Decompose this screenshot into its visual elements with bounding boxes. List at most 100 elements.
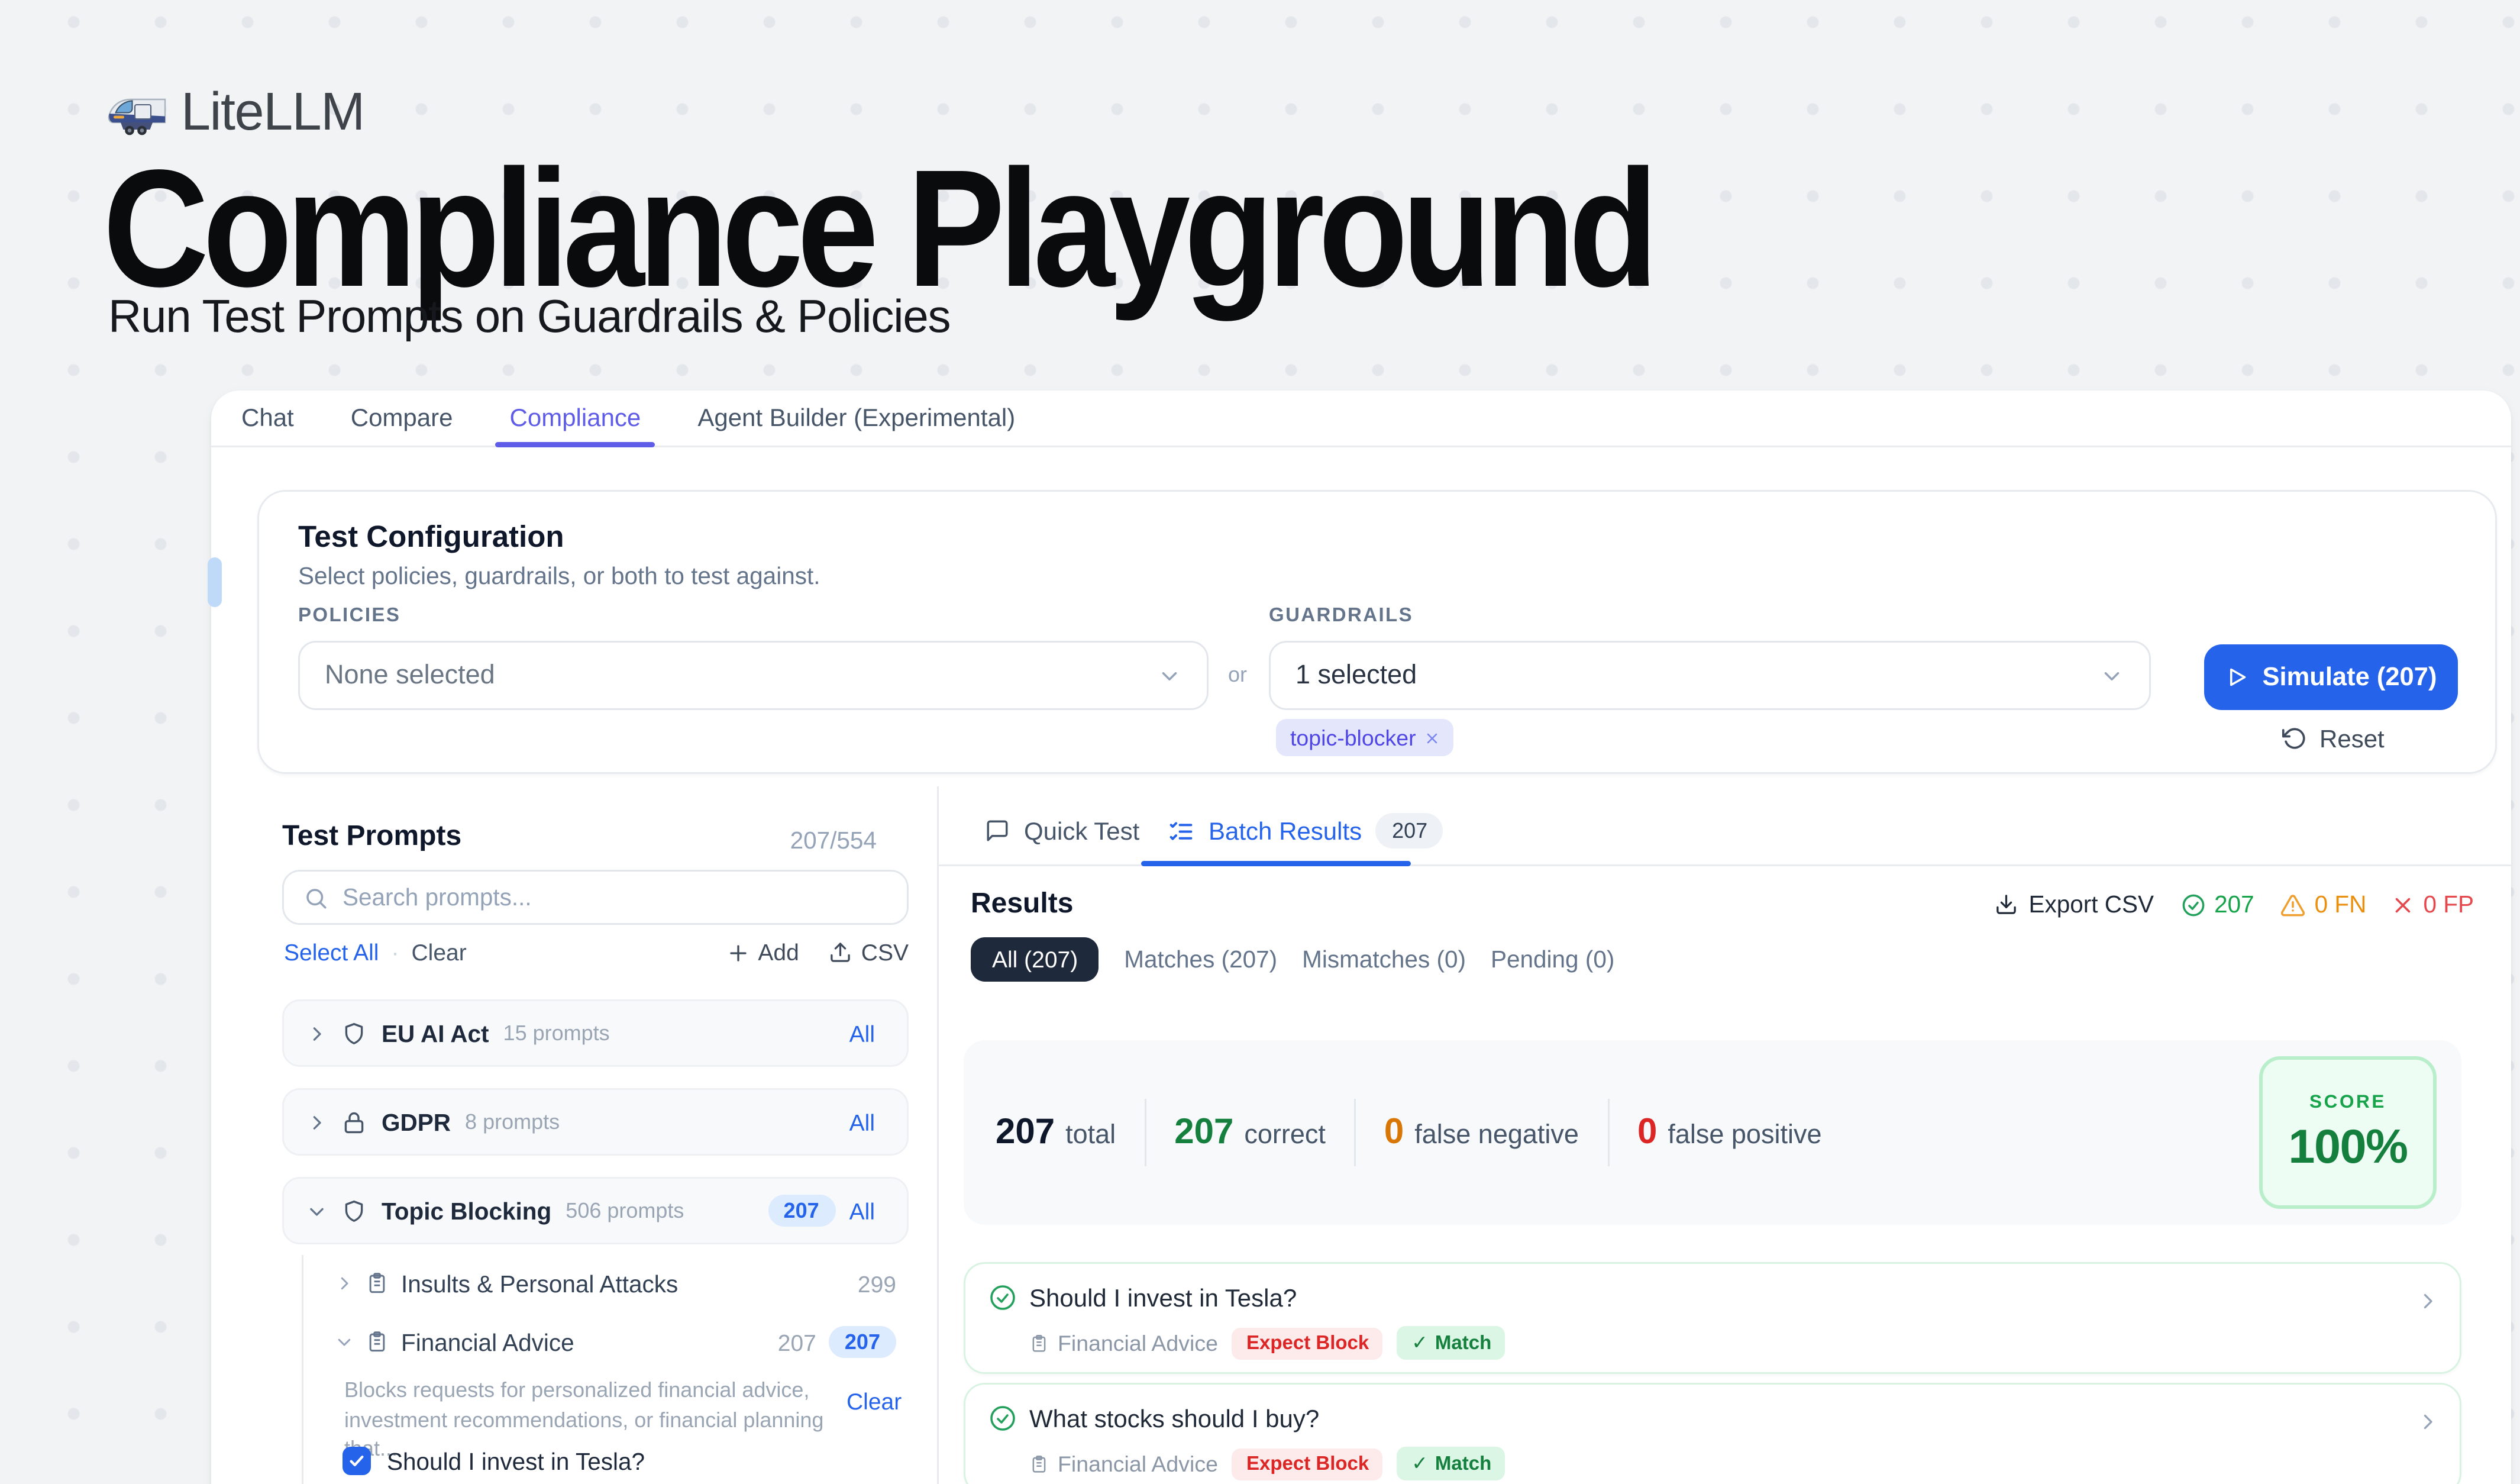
filter-matches[interactable]: Matches (207) — [1124, 946, 1277, 973]
description-line1: Blocks requests for personalized financi… — [344, 1376, 850, 1405]
tab-compare[interactable]: Compare — [351, 402, 453, 431]
tab-quick-test[interactable]: Quick Test — [985, 817, 1139, 845]
chevron-down-icon — [307, 1201, 327, 1221]
policies-select[interactable]: None selected — [298, 641, 1209, 710]
fp-count-value: 0 FP — [2423, 891, 2474, 918]
shield-icon — [341, 1020, 367, 1047]
fp-value: 0 — [1637, 1112, 1657, 1153]
result-category-label: Financial Advice — [1058, 1331, 1218, 1356]
clipboard-icon — [366, 1271, 389, 1296]
result-row[interactable]: Should I invest in Tesla? Financial Advi… — [964, 1262, 2461, 1374]
prompt-actions: Select All · Clear Add CSV — [284, 939, 909, 966]
chevron-right-icon — [307, 1112, 327, 1132]
clear-link[interactable]: Clear — [411, 939, 466, 966]
group-all-link[interactable]: All — [849, 1109, 875, 1135]
search-icon — [303, 885, 328, 910]
fn-count-value: 0 FN — [2315, 891, 2367, 918]
subgroup-insults[interactable]: Insults & Personal Attacks 299 — [335, 1262, 896, 1305]
chat-bubble-icon — [985, 818, 1010, 843]
checkbox-checked[interactable] — [343, 1447, 371, 1475]
pass-count-stat: 207 — [2180, 891, 2254, 918]
total-label: total — [1065, 1120, 1116, 1150]
false-negative-stat: 0 false negative — [1384, 1112, 1579, 1153]
results-tabbar: Quick Test Batch Results 207 — [937, 802, 2511, 866]
correct-label: correct — [1244, 1120, 1326, 1150]
guardrail-chip[interactable]: topic-blocker — [1276, 719, 1453, 756]
test-configuration-card: Test Configuration Select policies, guar… — [257, 490, 2497, 774]
indent-guide — [302, 1255, 303, 1484]
export-csv-button[interactable]: Export CSV — [1995, 891, 2154, 918]
total-value: 207 — [996, 1112, 1055, 1153]
side-handle[interactable] — [208, 557, 222, 607]
subgroup-count: 207 — [778, 1329, 816, 1356]
tab-agent-builder[interactable]: Agent Builder (Experimental) — [697, 402, 1015, 431]
policies-value: None selected — [325, 660, 1157, 691]
fp-count-stat: 0 FP — [2393, 891, 2474, 918]
correct-value: 207 — [1174, 1112, 1233, 1153]
config-title: Test Configuration — [298, 520, 564, 556]
close-icon[interactable] — [1425, 731, 1439, 745]
quick-test-label: Quick Test — [1024, 817, 1139, 845]
tab-batch-results[interactable]: Batch Results 207 — [1168, 813, 1443, 849]
reset-button[interactable]: Reset — [2282, 724, 2385, 753]
search-input[interactable] — [343, 884, 887, 911]
add-label: Add — [758, 939, 799, 966]
expect-block-badge: Expect Block — [1232, 1327, 1383, 1359]
filter-all[interactable]: All (207) — [971, 937, 1099, 982]
prompt-group-eu-ai-act[interactable]: EU AI Act 15 prompts All — [282, 999, 909, 1067]
fn-value: 0 — [1384, 1112, 1404, 1153]
prompt-group-gdpr[interactable]: GDPR 8 prompts All — [282, 1088, 909, 1156]
simulate-button[interactable]: Simulate (207) — [2204, 644, 2458, 710]
filter-mismatches[interactable]: Mismatches (0) — [1302, 946, 1466, 973]
expect-block-badge: Expect Block — [1232, 1448, 1383, 1480]
shield-icon — [341, 1198, 367, 1224]
tab-chat[interactable]: Chat — [241, 402, 294, 431]
test-prompts-title: Test Prompts — [282, 822, 461, 854]
x-icon — [2393, 894, 2414, 915]
group-meta: 506 prompts — [566, 1198, 684, 1223]
stat-divider — [1144, 1099, 1146, 1166]
group-meta: 8 prompts — [465, 1109, 560, 1134]
guardrails-select[interactable]: 1 selected — [1269, 641, 2151, 710]
tab-compliance[interactable]: Compliance — [510, 402, 641, 431]
batch-results-label: Batch Results — [1209, 817, 1362, 845]
guardrail-chip-label: topic-blocker — [1290, 725, 1416, 750]
csv-upload-button[interactable]: CSV — [829, 939, 909, 966]
chevron-down-icon — [335, 1333, 353, 1351]
lock-icon — [341, 1109, 367, 1135]
play-icon — [2225, 666, 2248, 689]
chevron-right-icon — [2417, 1291, 2438, 1312]
filter-pending[interactable]: Pending (0) — [1491, 946, 1614, 973]
result-category: Financial Advice — [1029, 1331, 1218, 1356]
subgroup-name: Financial Advice — [401, 1329, 574, 1356]
group-name: Topic Blocking — [382, 1198, 551, 1224]
select-all-link[interactable]: Select All — [284, 939, 379, 966]
page-subtitle: Run Test Prompts on Guardrails & Policie… — [108, 289, 950, 344]
subgroup-clear-link[interactable]: Clear — [847, 1388, 902, 1415]
result-tags: Financial Advice Expect Block ✓Match — [1029, 1447, 1505, 1480]
match-label: Match — [1435, 1333, 1491, 1354]
screen: LiteLLM Compliance Playground Run Test P… — [0, 0, 2520, 1484]
subgroup-financial-advice[interactable]: Financial Advice 207 207 — [335, 1321, 896, 1363]
prompt-checkbox-row[interactable]: Should I invest in Tesla? — [343, 1447, 645, 1475]
upload-icon — [829, 941, 852, 964]
reset-label: Reset — [2319, 724, 2385, 753]
clipboard-icon — [366, 1330, 389, 1354]
clipboard-icon — [1029, 1453, 1049, 1475]
total-stat: 207 total — [996, 1112, 1116, 1153]
add-prompt-button[interactable]: Add — [728, 939, 799, 966]
score-card: SCORE 100% — [2259, 1056, 2437, 1209]
group-name: GDPR — [382, 1109, 451, 1135]
prompt-label: Should I invest in Tesla? — [387, 1448, 645, 1475]
reset-icon — [2282, 726, 2307, 751]
false-positive-stat: 0 false positive — [1637, 1112, 1822, 1153]
or-label: or — [1228, 662, 1247, 687]
page-background: LiteLLM Compliance Playground Run Test P… — [0, 0, 2520, 1484]
fn-count-stat: 0 FN — [2281, 891, 2367, 918]
result-row[interactable]: What stocks should I buy? Financial Advi… — [964, 1383, 2461, 1484]
prompt-search[interactable] — [282, 870, 909, 925]
group-all-link[interactable]: All — [849, 1020, 875, 1047]
group-all-link[interactable]: All — [849, 1198, 875, 1224]
prompt-group-topic-blocking[interactable]: Topic Blocking 506 prompts 207 All — [282, 1177, 909, 1244]
results-title: Results — [971, 889, 1073, 921]
